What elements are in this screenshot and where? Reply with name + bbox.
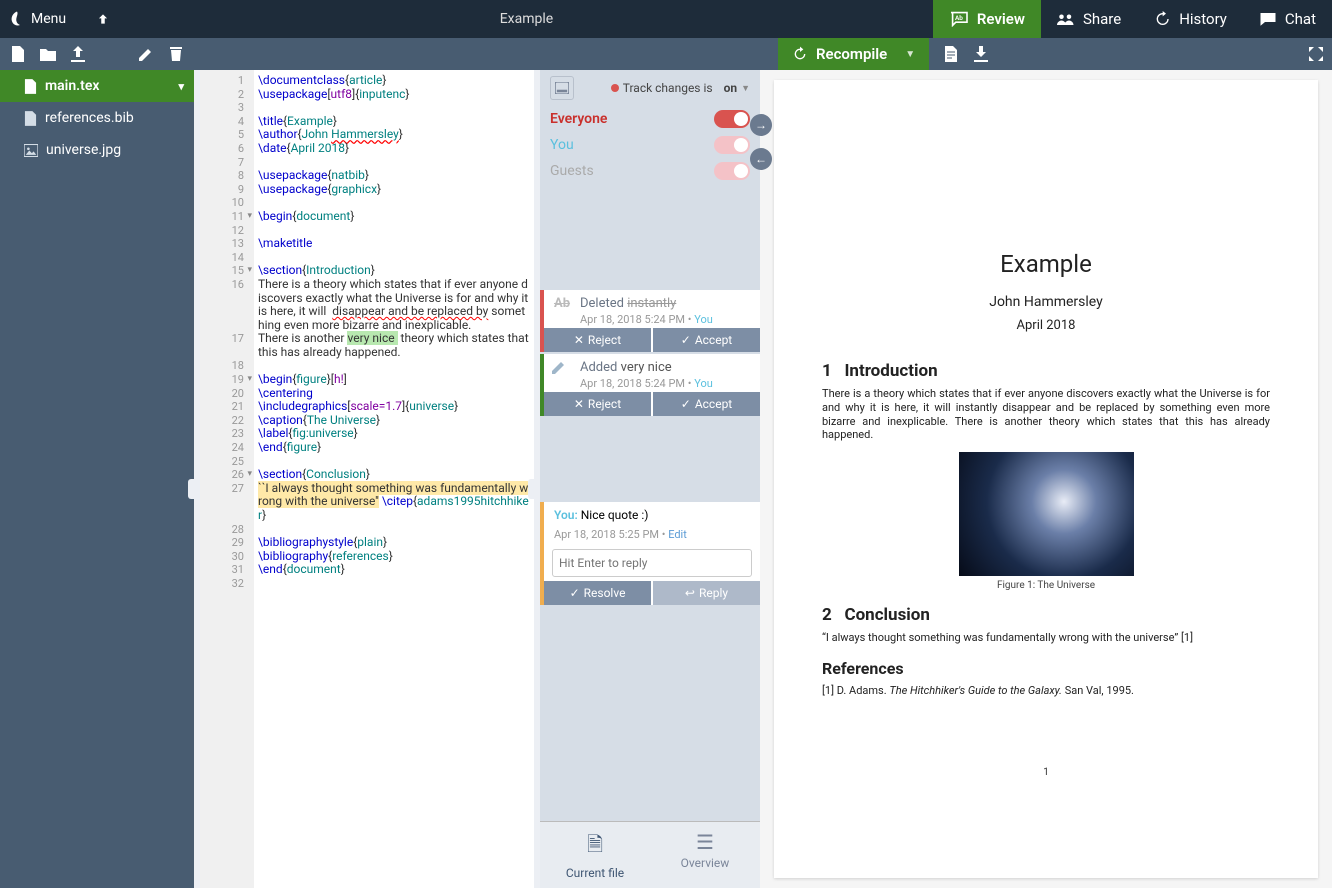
new-file-icon[interactable] [10,46,26,62]
pdf-page-number: 1 [822,767,1270,778]
reject-button[interactable]: ✕ Reject [544,392,651,416]
review-panel: Track changes is on ▼ Everyone You Guest… [540,70,760,888]
file-item-image[interactable]: universe.jpg [0,134,194,166]
pdf-paragraph: There is a theory which states that if e… [822,387,1270,442]
change-card-added: Added very nice Apr 18, 2018 5:24 PM • Y… [540,354,760,416]
chat-button[interactable]: Chat [1243,0,1332,38]
logs-icon[interactable] [943,46,959,62]
pdf-section-heading: 1 Introduction [822,361,1270,381]
tab-current-file[interactable]: 🗎 Current file [540,822,650,888]
pdf-preview: → ← Example John Hammersley April 2018 1… [760,70,1332,888]
pdf-page: Example John Hammersley April 2018 1 Int… [774,80,1318,878]
resolve-button[interactable]: ✓ Resolve [544,581,651,605]
comment-card: You: Nice quote :) Apr 18, 2018 5:25 PM … [540,502,760,605]
overleaf-logo-icon[interactable] [8,9,27,29]
menu-button[interactable]: Menu [31,11,66,27]
change-card-deleted: Ab Deleted instantly Apr 18, 2018 5:24 P… [540,290,760,352]
review-button[interactable]: Ab Review [933,0,1041,38]
file-icon [24,111,37,126]
review-footer-tabs: 🗎 Current file ☰ Overview [540,821,760,888]
chevron-down-icon[interactable]: ▾ [178,80,184,93]
pencil-icon [552,360,572,374]
record-dot-icon [611,84,619,92]
tab-overview[interactable]: ☰ Overview [650,822,760,888]
switch-everyone[interactable] [714,110,750,128]
chevron-down-icon[interactable]: ▼ [905,49,915,60]
svg-text:Ab: Ab [955,14,963,22]
history-button[interactable]: History [1137,0,1243,38]
file-tree: main.tex ▾ references.bib universe.jpg [0,70,194,888]
new-folder-icon[interactable] [40,46,56,62]
code-editor[interactable]: 1234567891011▾12131415▾16 17 1819▾202122… [200,70,534,888]
file-icon: 🗎 [540,830,650,864]
chevron-down-icon[interactable]: ▼ [741,83,750,94]
toggle-everyone: Everyone [550,106,750,132]
toggle-you: You [550,132,750,158]
rename-icon[interactable] [138,46,154,62]
pdf-title: Example [822,250,1270,278]
switch-guests[interactable] [714,162,750,180]
reject-button[interactable]: ✕ Reject [544,328,651,352]
file-item-bib[interactable]: references.bib [0,102,194,134]
pdf-toolbar: Recompile ▼ [778,38,1332,70]
expand-icon[interactable] [1308,46,1324,62]
pdf-references-heading: References [822,659,1270,678]
pdf-section-heading: 2 Conclusion [822,605,1270,625]
pdf-paragraph: “I always thought something was fundamen… [822,631,1270,645]
file-icon [24,79,37,94]
line-gutter: 1234567891011▾12131415▾16 17 1819▾202122… [200,70,254,888]
review-panel-toggle-icon[interactable] [550,76,574,100]
toggle-guests: Guests [550,158,750,184]
list-icon: ☰ [650,830,760,854]
project-title: Example [120,11,933,27]
sync-to-code-icon[interactable]: ← [750,148,772,170]
strike-icon: Ab [552,296,572,311]
sync-to-pdf-icon[interactable]: → [750,114,772,136]
pdf-figure-caption: Figure 1: The Universe [822,580,1270,591]
reply-button[interactable]: ↩ Reply [653,581,760,605]
up-icon[interactable] [93,9,112,29]
download-icon[interactable] [973,46,989,62]
top-bar: Menu Example Ab Review Share History Cha… [0,0,1332,38]
accept-button[interactable]: ✓ Accept [653,328,760,352]
pdf-figure-image [959,452,1134,576]
edit-comment-link[interactable]: Edit [668,528,687,541]
pdf-author: John Hammersley [822,294,1270,310]
upload-icon[interactable] [70,46,86,62]
pdf-reference: [1] D. Adams. The Hitchhiker's Guide to … [822,684,1270,697]
toolbar-row: Recompile ▼ [0,38,1332,70]
pdf-date: April 2018 [822,318,1270,333]
switch-you[interactable] [714,136,750,154]
delete-icon[interactable] [168,46,184,62]
file-item-main[interactable]: main.tex ▾ [0,70,194,102]
share-button[interactable]: Share [1041,0,1137,38]
accept-button[interactable]: ✓ Accept [653,392,760,416]
track-changes-status[interactable]: Track changes is on ▼ [611,81,750,95]
reply-input[interactable] [552,549,752,577]
image-icon [24,144,38,157]
recompile-button[interactable]: Recompile ▼ [778,38,929,70]
